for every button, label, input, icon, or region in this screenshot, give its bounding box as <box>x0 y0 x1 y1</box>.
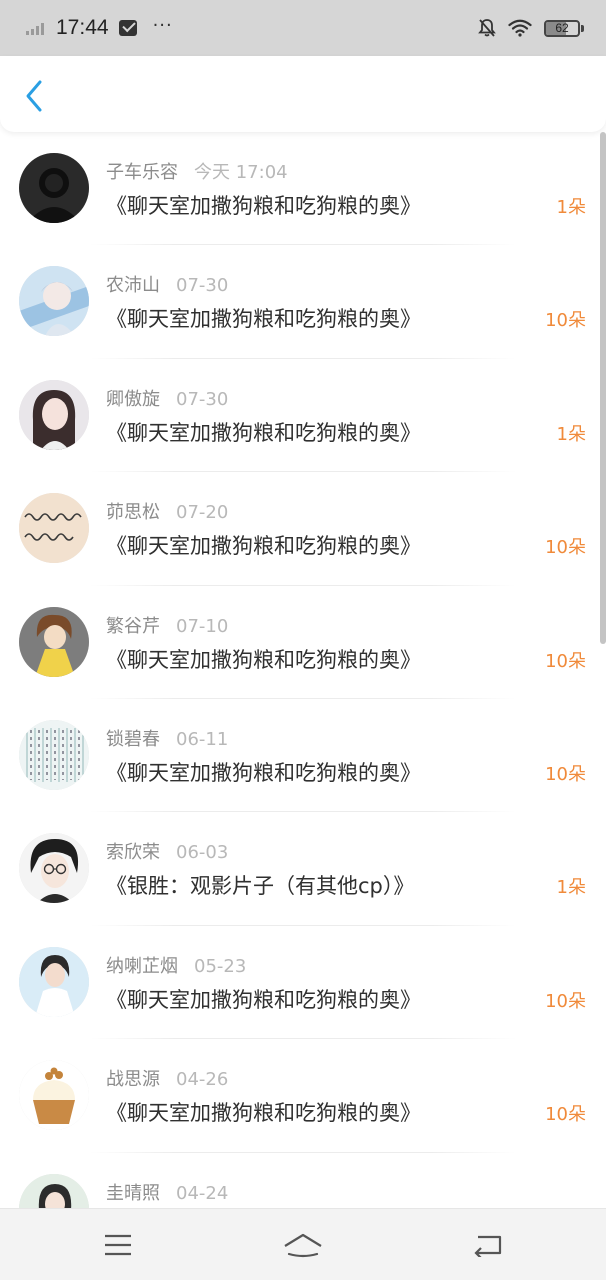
work-title: 《聊天室加撒狗粮和吃狗粮的奥》 <box>106 1101 421 1126</box>
flower-count: 1朵 <box>556 423 586 445</box>
timestamp: 06-11 <box>176 728 229 750</box>
timestamp: 05-23 <box>194 955 247 977</box>
list-item[interactable]: 战思源 04-26 《聊天室加撒狗粮和吃狗粮的奥》 10朵 <box>0 1039 606 1153</box>
user-name: 茆思松 <box>106 502 160 524</box>
user-name: 索欣荣 <box>106 842 160 864</box>
user-name: 圭晴照 <box>106 1182 160 1204</box>
list-item[interactable]: 锁碧春 06-11 《聊天室加撒狗粮和吃狗粮的奥》 10朵 <box>0 699 606 813</box>
user-name: 战思源 <box>106 1069 160 1091</box>
work-title: 《聊天室加撒狗粮和吃狗粮的奥》 <box>106 987 421 1012</box>
work-title: 《聊天室加撒狗粮和吃狗粮的奥》 <box>106 420 421 445</box>
work-title: 《聊天室加撒狗粮和吃狗粮的奥》 <box>106 307 421 332</box>
avatar[interactable] <box>19 153 89 223</box>
avatar[interactable] <box>19 1173 89 1208</box>
work-title: 《聊天室加撒狗粮和吃狗粮的奥》 <box>106 534 421 559</box>
avatar[interactable] <box>19 1060 89 1131</box>
status-bar: 17:44 ··· 62 <box>0 0 606 56</box>
flower-count: 10朵 <box>545 763 586 785</box>
battery-level: 62 <box>555 20 569 35</box>
user-name: 卿傲旋 <box>106 388 160 410</box>
battery-icon: 62 <box>544 19 584 37</box>
user-name: 农沛山 <box>106 275 160 297</box>
menu-button[interactable] <box>98 1229 138 1261</box>
home-icon <box>284 1233 322 1258</box>
more-dots-icon: ··· <box>152 14 173 36</box>
scrollbar[interactable] <box>600 132 606 644</box>
list-item[interactable]: 索欣荣 06-03 《银胜：观影片子（有其他cp）》 1朵 <box>0 812 606 926</box>
user-name: 繁谷芹 <box>106 615 160 637</box>
flower-count: 1朵 <box>556 197 586 218</box>
user-name: 纳喇芷烟 <box>106 955 178 977</box>
list-item[interactable]: 子车乐容 今天 17:04 《聊天室加撒狗粮和吃狗粮的奥》 1朵 <box>0 132 606 246</box>
avatar[interactable] <box>19 833 89 904</box>
flower-count: 10朵 <box>545 310 586 332</box>
avatar[interactable] <box>19 719 89 790</box>
user-name: 锁碧春 <box>106 728 160 750</box>
list-item[interactable]: 茆思松 07-20 《聊天室加撒狗粮和吃狗粮的奥》 10朵 <box>0 472 606 586</box>
flower-count: 10朵 <box>545 990 586 1012</box>
timestamp: 04-26 <box>176 1069 229 1091</box>
back-nav-button[interactable] <box>468 1229 508 1261</box>
list-item[interactable]: 卿傲旋 07-30 《聊天室加撒狗粮和吃狗粮的奥》 1朵 <box>0 359 606 473</box>
timestamp: 今天 17:04 <box>194 162 288 183</box>
back-icon <box>474 1235 502 1257</box>
timestamp: 07-30 <box>176 388 229 410</box>
chevron-left-icon <box>26 80 42 112</box>
signal-icon <box>26 21 44 35</box>
flower-count: 10朵 <box>545 537 586 559</box>
list-item[interactable]: 纳喇芷烟 05-23 《聊天室加撒狗粮和吃狗粮的奥》 10朵 <box>0 926 606 1040</box>
list-item[interactable]: 圭晴照 04-24 <box>0 1153 606 1208</box>
work-title: 《聊天室加撒狗粮和吃狗粮的奥》 <box>106 647 421 672</box>
flower-count: 1朵 <box>556 877 586 899</box>
status-time: 17:44 <box>56 16 109 39</box>
system-nav-bar <box>0 1208 606 1280</box>
work-title: 《银胜：观影片子（有其他cp）》 <box>106 874 415 899</box>
list-item[interactable]: 繁谷芹 07-10 《聊天室加撒狗粮和吃狗粮的奥》 10朵 <box>0 586 606 699</box>
gift-record-list: 子车乐容 今天 17:04 《聊天室加撒狗粮和吃狗粮的奥》 1朵 农沛山 07-… <box>0 132 606 1208</box>
user-name: 子车乐容 <box>106 162 178 183</box>
menu-icon <box>105 1234 131 1256</box>
avatar[interactable] <box>19 379 89 450</box>
timestamp: 07-20 <box>176 502 229 524</box>
header <box>0 56 606 132</box>
avatar[interactable] <box>19 946 89 1017</box>
list-item[interactable]: 农沛山 07-30 《聊天室加撒狗粮和吃狗粮的奥》 10朵 <box>0 245 606 359</box>
back-button[interactable] <box>16 78 52 114</box>
mute-bell-icon <box>478 19 496 37</box>
work-title: 《聊天室加撒狗粮和吃狗粮的奥》 <box>106 194 421 218</box>
timestamp: 04-24 <box>176 1182 229 1204</box>
flower-count: 10朵 <box>545 650 586 672</box>
timestamp: 07-30 <box>176 275 229 297</box>
avatar[interactable] <box>19 606 89 677</box>
timestamp: 06-03 <box>176 842 229 864</box>
wifi-icon <box>508 19 532 37</box>
message-icon <box>118 20 137 36</box>
flower-count: 10朵 <box>545 1104 586 1126</box>
timestamp: 07-10 <box>176 615 229 637</box>
avatar[interactable] <box>19 493 89 564</box>
home-button[interactable] <box>283 1229 323 1261</box>
avatar[interactable] <box>19 266 89 337</box>
work-title: 《聊天室加撒狗粮和吃狗粮的奥》 <box>106 760 421 785</box>
